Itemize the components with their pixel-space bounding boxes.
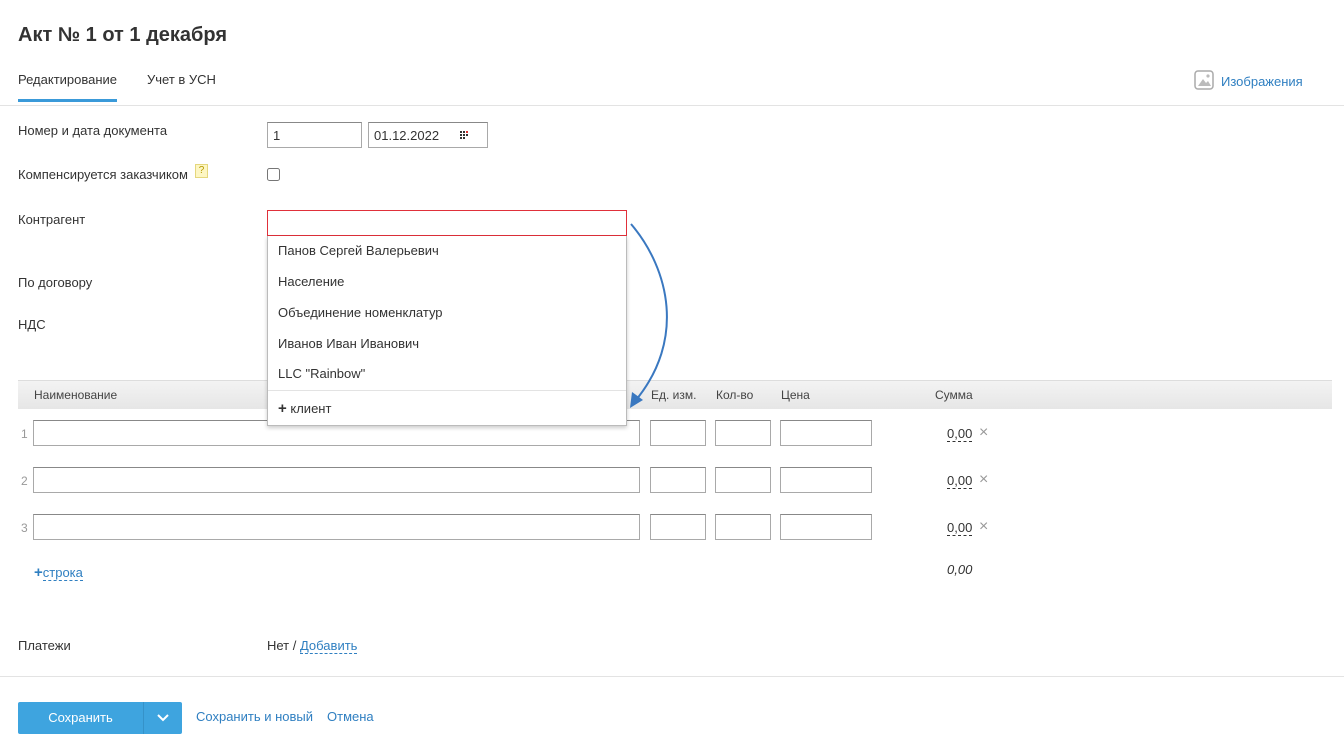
separator: / — [289, 638, 300, 653]
doc-number-input[interactable] — [267, 122, 362, 148]
dropdown-item[interactable]: LLC "Rainbow" — [278, 366, 365, 381]
images-link[interactable]: Изображения — [1194, 70, 1303, 93]
add-payment-link[interactable]: Добавить — [299, 638, 358, 654]
tab-editing[interactable]: Редактирование — [18, 72, 118, 102]
save-button-group: Сохранить — [18, 702, 182, 734]
row-sum[interactable]: 0,00 — [947, 474, 973, 489]
qty-input[interactable] — [715, 420, 771, 446]
total-sum: 0,00 — [947, 562, 973, 577]
add-client-item[interactable]: + клиент — [278, 400, 331, 417]
save-button[interactable]: Сохранить — [18, 702, 143, 734]
qty-input[interactable] — [715, 467, 771, 493]
add-row-label: строка — [42, 565, 83, 581]
doc-date-field[interactable] — [368, 122, 488, 148]
contract-label: По договору — [18, 275, 93, 290]
price-input[interactable] — [780, 467, 872, 493]
dropdown-divider — [268, 390, 626, 391]
header-price: Цена — [781, 388, 810, 402]
payments-value: Нет / Добавить — [267, 638, 358, 654]
price-input[interactable] — [780, 514, 872, 540]
cancel-link[interactable]: Отмена — [327, 709, 374, 724]
image-icon — [1194, 70, 1214, 93]
row-sum[interactable]: 0,00 — [947, 521, 973, 536]
row-number: 3 — [21, 521, 28, 535]
dropdown-item[interactable]: Население — [278, 274, 344, 289]
row-number: 2 — [21, 474, 28, 488]
divider — [0, 105, 1344, 106]
doc-date-input[interactable] — [368, 122, 488, 148]
dropdown-item[interactable]: Панов Сергей Валерьевич — [278, 243, 439, 258]
add-row-button[interactable]: +строка — [34, 564, 83, 581]
delete-row-icon[interactable]: × — [979, 424, 988, 442]
payments-label: Платежи — [18, 638, 71, 653]
header-sum: Сумма — [935, 388, 973, 402]
payments-none: Нет — [267, 638, 290, 653]
price-input[interactable] — [780, 420, 872, 446]
compensated-label: Компенсируется заказчиком — [18, 167, 188, 182]
row-sum[interactable]: 0,00 — [947, 427, 973, 442]
dropdown-item[interactable]: Объединение номенклатур — [278, 305, 443, 320]
vat-label: НДС — [18, 317, 46, 332]
footer-divider — [0, 676, 1344, 677]
images-link-label: Изображения — [1221, 74, 1303, 89]
qty-input[interactable] — [715, 514, 771, 540]
unit-input[interactable] — [650, 514, 706, 540]
header-qty: Кол-во — [716, 388, 754, 402]
calendar-icon[interactable] — [458, 128, 470, 143]
unit-input[interactable] — [650, 467, 706, 493]
dropdown-item[interactable]: Иванов Иван Иванович — [278, 336, 419, 351]
name-input[interactable] — [33, 514, 640, 540]
arrow-annotation — [630, 223, 668, 408]
save-options-chevron-down-icon[interactable] — [143, 702, 182, 734]
tab-usn[interactable]: Учет в УСН — [147, 72, 216, 87]
page-title: Акт № 1 от 1 декабря — [18, 24, 228, 46]
plus-icon: + — [34, 564, 43, 581]
help-icon[interactable]: ? — [195, 164, 208, 178]
delete-row-icon[interactable]: × — [979, 471, 988, 489]
name-input[interactable] — [33, 467, 640, 493]
compensated-checkbox[interactable] — [267, 168, 280, 181]
unit-input[interactable] — [650, 420, 706, 446]
counterparty-label: Контрагент — [18, 212, 86, 227]
save-and-new-link[interactable]: Сохранить и новый — [196, 709, 313, 724]
counterparty-input[interactable] — [267, 210, 627, 236]
header-name: Наименование — [34, 388, 118, 402]
add-client-label: клиент — [290, 401, 332, 416]
plus-icon: + — [278, 400, 287, 417]
row-number: 1 — [21, 427, 28, 441]
delete-row-icon[interactable]: × — [979, 518, 988, 536]
counterparty-dropdown: Панов Сергей Валерьевич Население Объеди… — [267, 236, 627, 426]
doc-label: Номер и дата документа — [18, 123, 168, 138]
